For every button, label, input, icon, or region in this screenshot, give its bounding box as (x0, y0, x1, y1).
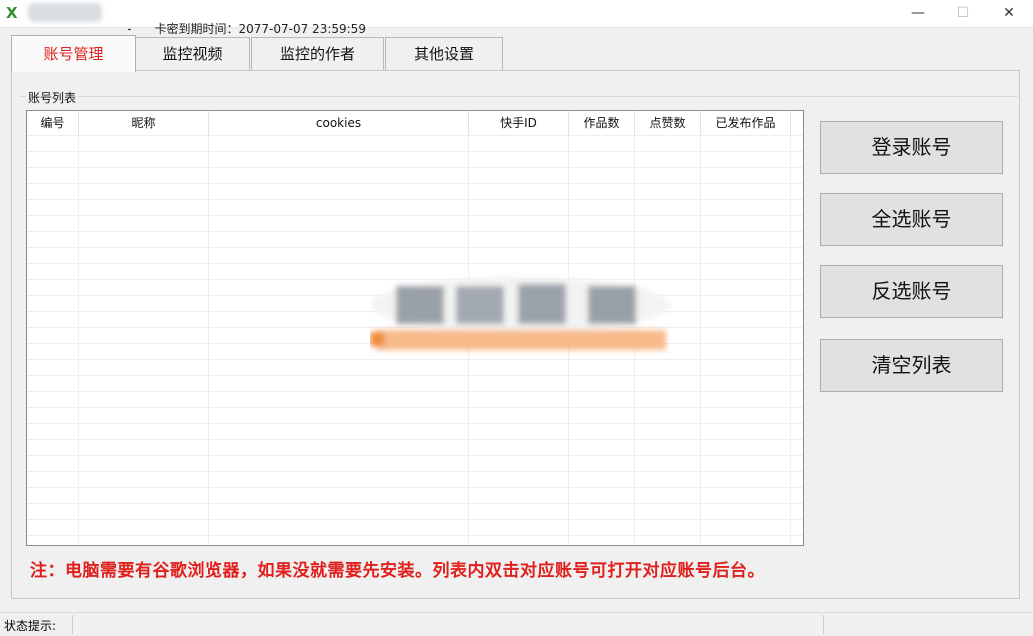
tab-monitor-video[interactable]: 监控视频 (135, 37, 250, 70)
col-header-published[interactable]: 已发布作品 (701, 111, 791, 135)
grid-row-line (27, 247, 803, 248)
col-header-works[interactable]: 作品数 (569, 111, 635, 135)
grid-row-line (27, 263, 803, 264)
group-title: 账号列表 (26, 89, 79, 106)
grid-row-line (27, 503, 803, 504)
grid-column-line (78, 135, 79, 545)
grid-row-line (27, 215, 803, 216)
title-prefix: - (127, 22, 132, 36)
blurred-app-name (28, 3, 102, 22)
title-bar: X - 卡密到期时间：2077-07-07 23:59:59 — ☐ ✕ (0, 0, 1033, 36)
grid-row-line (27, 231, 803, 232)
maximize-button[interactable]: ☐ (940, 0, 986, 27)
tab-other-settings[interactable]: 其他设置 (385, 37, 503, 70)
grid-row-line (27, 439, 803, 440)
grid-row-line (27, 423, 803, 424)
grid-row-line (27, 471, 803, 472)
col-header-nickname[interactable]: 昵称 (79, 111, 209, 135)
grid-row-line (27, 199, 803, 200)
login-account-button[interactable]: 登录账号 (820, 121, 1003, 174)
select-all-button[interactable]: 全选账号 (820, 193, 1003, 246)
grid-row-line (27, 375, 803, 376)
chrome-requirement-note: 注：电脑需要有谷歌浏览器，如果没就需要先安装。列表内双击对应账号可打开对应账号后… (30, 561, 765, 581)
invert-selection-button[interactable]: 反选账号 (820, 265, 1003, 318)
col-header-kuaishou-id[interactable]: 快手ID (469, 111, 569, 135)
grid-row-line (27, 135, 803, 136)
title-expiry: 卡密到期时间：2077-07-07 23:59:59 (154, 22, 366, 36)
blurred-watermark (370, 277, 670, 350)
status-label: 状态提示: (4, 619, 57, 633)
col-header-id[interactable]: 编号 (27, 111, 79, 135)
grid-row-line (27, 407, 803, 408)
col-header-cookies[interactable]: cookies (209, 111, 469, 135)
grid-row-line (27, 487, 803, 488)
grid-row-line (27, 391, 803, 392)
tab-monitored-authors[interactable]: 监控的作者 (251, 37, 384, 70)
minimize-button[interactable]: — (895, 0, 941, 27)
grid-row-line (27, 535, 803, 536)
tab-account-management[interactable]: 账号管理 (11, 35, 136, 72)
status-bar: 状态提示: (0, 612, 1033, 636)
close-button[interactable]: ✕ (986, 0, 1032, 27)
grid-row-line (27, 519, 803, 520)
grid-row-line (27, 167, 803, 168)
grid-row-line (27, 455, 803, 456)
grid-column-line (700, 135, 701, 545)
grid-column-line (208, 135, 209, 545)
status-separator (823, 615, 824, 634)
app-x-icon: X (6, 4, 18, 22)
grid-column-line (790, 135, 791, 545)
grid-row-line (27, 183, 803, 184)
col-header-likes[interactable]: 点赞数 (635, 111, 701, 135)
grid-row-line (27, 151, 803, 152)
clear-list-button[interactable]: 清空列表 (820, 339, 1003, 392)
status-separator (72, 615, 73, 634)
